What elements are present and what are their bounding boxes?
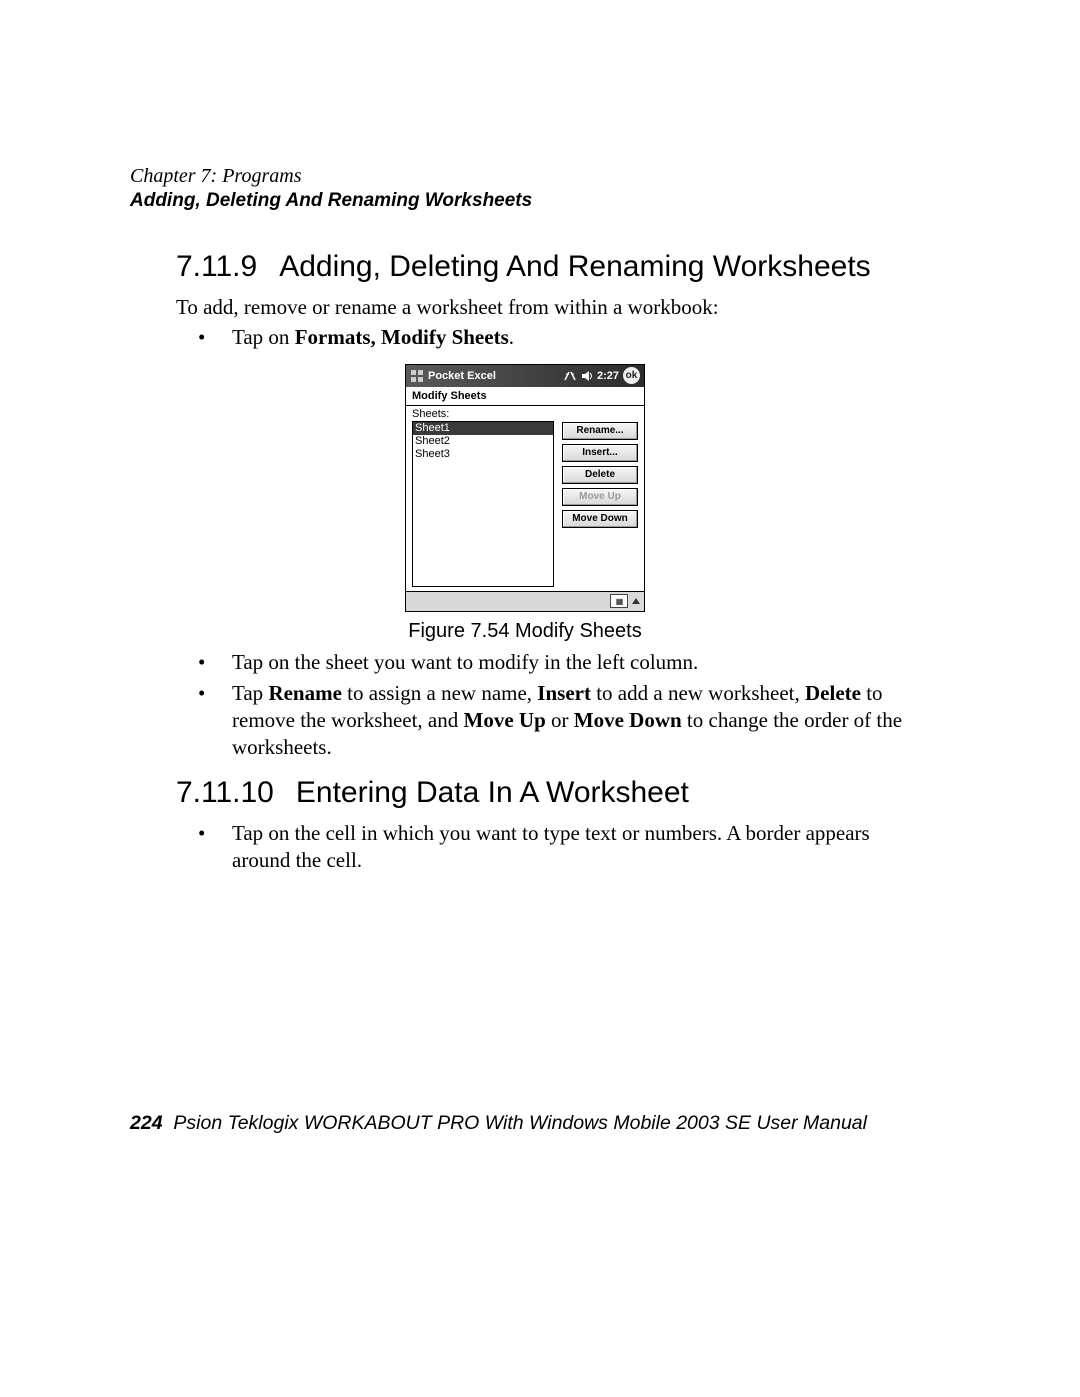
clock-time: 2:27 bbox=[597, 370, 619, 382]
speaker-icon[interactable] bbox=[581, 370, 593, 382]
sheets-label: Sheets: bbox=[412, 408, 554, 420]
bullet-item: Tap on the cell in which you want to typ… bbox=[176, 820, 920, 875]
bullet-list: Tap on Formats, Modify Sheets. bbox=[176, 324, 920, 351]
heading-title: Entering Data In A Worksheet bbox=[296, 776, 689, 809]
bold-text: Formats, Modify Sheets bbox=[295, 325, 509, 349]
footer-text: Psion Teklogix WORKABOUT PRO With Window… bbox=[173, 1112, 867, 1134]
bold-text: Rename bbox=[268, 681, 341, 705]
list-item[interactable]: Sheet2 bbox=[413, 435, 553, 448]
dialog-title: Modify Sheets bbox=[406, 387, 644, 406]
text: Tap on bbox=[232, 325, 295, 349]
ok-button[interactable]: ok bbox=[623, 367, 640, 384]
move-down-button[interactable]: Move Down bbox=[562, 510, 638, 528]
bottom-bar: ▦ bbox=[406, 591, 644, 611]
titlebar: Pocket Excel 2:27 ok bbox=[406, 365, 644, 387]
figure-caption: Figure 7.54 Modify Sheets bbox=[130, 620, 920, 643]
dialog-body: Sheets: Sheet1 Sheet2 Sheet3 Rename... I… bbox=[406, 406, 644, 591]
move-up-button[interactable]: Move Up bbox=[562, 488, 638, 506]
running-header-chapter: Chapter 7: Programs bbox=[130, 165, 920, 188]
heading-number: 7.11.10 bbox=[176, 776, 274, 810]
keyboard-icon[interactable]: ▦ bbox=[610, 594, 628, 608]
section-heading-7-11-10: 7.11.10 Entering Data In A Worksheet bbox=[176, 776, 920, 810]
bold-text: Delete bbox=[805, 681, 861, 705]
bullet-list: Tap on the cell in which you want to typ… bbox=[176, 820, 920, 875]
text: Tap bbox=[232, 681, 268, 705]
sheets-column: Sheets: Sheet1 Sheet2 Sheet3 bbox=[412, 408, 554, 587]
page-content: Chapter 7: Programs Adding, Deleting And… bbox=[130, 165, 920, 880]
sheets-listbox[interactable]: Sheet1 Sheet2 Sheet3 bbox=[412, 421, 554, 587]
text: . bbox=[509, 325, 514, 349]
app-title: Pocket Excel bbox=[428, 370, 496, 382]
bullet-list: Tap on the sheet you want to modify in t… bbox=[176, 649, 920, 762]
bold-text: Move Down bbox=[574, 708, 682, 732]
rename-button[interactable]: Rename... bbox=[562, 422, 638, 440]
section-heading-7-11-9: 7.11.9 Adding, Deleting And Renaming Wor… bbox=[176, 250, 920, 284]
page-number: 224 bbox=[130, 1112, 163, 1134]
intro-paragraph: To add, remove or rename a worksheet fro… bbox=[176, 294, 920, 320]
bullet-item: Tap on the sheet you want to modify in t… bbox=[176, 649, 920, 676]
bullet-item: Tap Rename to assign a new name, Insert … bbox=[176, 680, 920, 762]
start-flag-icon[interactable] bbox=[410, 369, 424, 383]
connectivity-icon[interactable] bbox=[563, 370, 577, 382]
heading-title: Adding, Deleting And Renaming Worksheets bbox=[279, 250, 870, 283]
heading-number: 7.11.9 bbox=[176, 250, 257, 284]
bold-text: Move Up bbox=[464, 708, 546, 732]
delete-button[interactable]: Delete bbox=[562, 466, 638, 484]
insert-button[interactable]: Insert... bbox=[562, 444, 638, 462]
button-column: Rename... Insert... Delete Move Up Move … bbox=[562, 408, 638, 587]
list-item[interactable]: Sheet1 bbox=[413, 422, 553, 435]
list-item[interactable]: Sheet3 bbox=[413, 448, 553, 461]
bold-text: Insert bbox=[537, 681, 591, 705]
text: to add a new worksheet, bbox=[591, 681, 805, 705]
sip-up-icon[interactable] bbox=[632, 598, 640, 604]
text: or bbox=[546, 708, 574, 732]
page-footer: 224 Psion Teklogix WORKABOUT PRO With Wi… bbox=[130, 1112, 920, 1135]
running-header-section: Adding, Deleting And Renaming Worksheets bbox=[130, 190, 920, 212]
bullet-item: Tap on Formats, Modify Sheets. bbox=[176, 324, 920, 351]
pocketpc-window: Pocket Excel 2:27 ok Modify Sheets Sheet… bbox=[405, 364, 645, 612]
text: to assign a new name, bbox=[342, 681, 537, 705]
figure-7-54: Pocket Excel 2:27 ok Modify Sheets Sheet… bbox=[130, 364, 920, 643]
